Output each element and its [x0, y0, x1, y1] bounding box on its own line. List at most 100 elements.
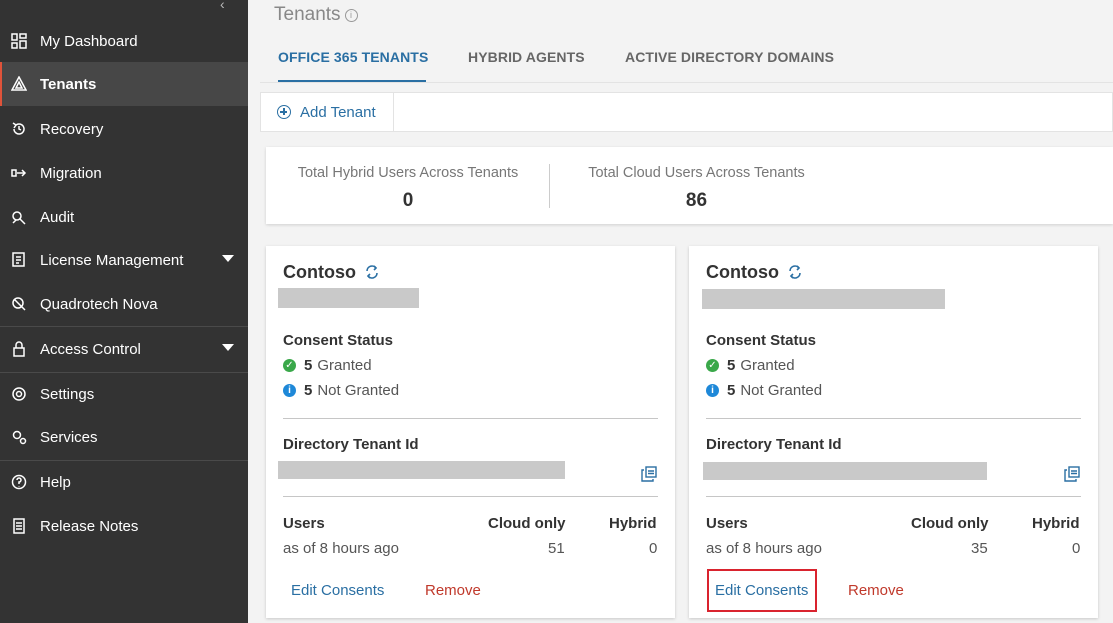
sidebar-item-settings[interactable]: Settings — [0, 372, 248, 416]
sidebar-item-release-notes[interactable]: Release Notes — [0, 504, 248, 548]
stat-label: Total Cloud Users Across Tenants — [588, 165, 805, 181]
directory-tenant-id-heading: Directory Tenant Id — [283, 436, 419, 453]
sidebar-item-access-control[interactable]: Access Control — [0, 327, 248, 371]
consent-status-heading: Consent Status — [706, 332, 817, 349]
directory-tenant-id-heading: Directory Tenant Id — [706, 436, 842, 453]
divider — [706, 418, 1081, 419]
refresh-icon[interactable] — [364, 264, 380, 280]
lock-icon — [10, 340, 28, 358]
add-tenant-label: Add Tenant — [300, 103, 376, 121]
not-granted-count: 5 — [727, 382, 736, 399]
cloud-only-heading: Cloud only — [911, 515, 989, 532]
toolbar: Add Tenant — [260, 92, 1113, 132]
sidebar-item-label: Audit — [40, 208, 75, 226]
hybrid-value: 0 — [1072, 540, 1081, 557]
summary-stats-card: Total Hybrid Users Across Tenants 0 Tota… — [266, 147, 1113, 224]
sidebar-item-label: Recovery — [40, 120, 104, 138]
tab-hybrid-agents[interactable]: HYBRID AGENTS — [468, 49, 585, 65]
sidebar-item-migration[interactable]: Migration — [0, 151, 248, 195]
stat-label: Total Hybrid Users Across Tenants — [297, 165, 519, 181]
recovery-icon — [10, 120, 28, 138]
not-granted-label: Not Granted — [317, 382, 400, 399]
gear-icon — [10, 385, 28, 403]
nova-icon — [10, 295, 28, 313]
dashboard-icon — [10, 32, 28, 50]
sidebar-item-tenants[interactable]: Tenants — [0, 62, 248, 106]
users-updated-text: as of 8 hours ago — [283, 540, 399, 557]
page-title-text: Tenants — [274, 4, 341, 25]
divider — [283, 496, 658, 497]
not-granted-count: 5 — [304, 382, 313, 399]
granted-status: ✓ 5 Granted — [283, 357, 372, 374]
granted-count: 5 — [304, 357, 313, 374]
check-circle-icon: ✓ — [706, 359, 719, 372]
redacted-tenant-id — [278, 461, 565, 479]
sidebar-item-recovery[interactable]: Recovery — [0, 107, 248, 151]
license-icon — [10, 251, 28, 269]
granted-count: 5 — [727, 357, 736, 374]
not-granted-status: i 5 Not Granted — [706, 382, 822, 399]
sidebar-item-label: Access Control — [40, 340, 141, 358]
tenant-name: Contoso — [283, 262, 356, 282]
info-icon[interactable]: i — [344, 9, 358, 22]
info-circle-icon: i — [706, 384, 719, 397]
granted-label: Granted — [317, 357, 372, 374]
sidebar-item-label: My Dashboard — [40, 32, 138, 50]
hybrid-value: 0 — [649, 540, 658, 557]
sidebar-item-audit[interactable]: Audit — [0, 195, 248, 239]
users-heading: Users — [706, 515, 748, 532]
check-circle-icon: ✓ — [283, 359, 296, 372]
sidebar-item-quadrotech-nova[interactable]: Quadrotech Nova — [0, 282, 248, 326]
sidebar-item-label: Services — [40, 428, 98, 446]
sidebar: ‹ My Dashboard Tenants Recovery Migratio… — [0, 0, 248, 623]
tab-office-365-tenants[interactable]: OFFICE 365 TENANTS — [278, 49, 428, 65]
sidebar-item-label: Settings — [40, 385, 95, 403]
tenant-card: Contoso Consent Status ✓ 5 Granted i 5 N… — [689, 246, 1098, 618]
stat-divider — [549, 164, 550, 208]
info-circle-icon: i — [283, 384, 296, 397]
edit-consents-link[interactable]: Edit Consents — [291, 582, 384, 599]
help-icon — [10, 473, 28, 491]
notes-icon — [10, 517, 28, 535]
copy-icon[interactable] — [1063, 465, 1081, 483]
page-title: Tenants i — [274, 4, 358, 26]
remove-link[interactable]: Remove — [425, 582, 481, 599]
copy-icon[interactable] — [640, 465, 658, 483]
edit-consents-link[interactable]: Edit Consents — [715, 582, 808, 599]
sidebar-item-license-management[interactable]: License Management — [0, 238, 248, 282]
sidebar-item-my-dashboard[interactable]: My Dashboard — [0, 19, 248, 63]
not-granted-label: Not Granted — [740, 382, 823, 399]
tenant-name: Contoso — [706, 262, 779, 282]
sidebar-item-services[interactable]: Services — [0, 415, 248, 459]
remove-link[interactable]: Remove — [848, 582, 904, 599]
audit-icon — [10, 208, 28, 226]
cloud-only-value: 35 — [971, 540, 988, 557]
stat-value: 0 — [402, 190, 414, 211]
redacted-tenant-domain — [702, 289, 945, 309]
tab-active-directory-domains[interactable]: ACTIVE DIRECTORY DOMAINS — [625, 49, 834, 65]
redacted-tenant-domain — [278, 288, 419, 308]
sidebar-item-label: Help — [40, 473, 71, 491]
hybrid-users-stat: Total Hybrid Users Across Tenants 0 — [283, 165, 533, 212]
sidebar-item-help[interactable]: Help — [0, 460, 248, 504]
cloud-only-value: 51 — [548, 540, 565, 557]
stat-value: 86 — [685, 190, 708, 211]
consent-status-heading: Consent Status — [283, 332, 394, 349]
granted-label: Granted — [740, 357, 795, 374]
sidebar-item-label: Release Notes — [40, 517, 139, 535]
tenants-icon — [10, 75, 28, 93]
users-heading: Users — [283, 515, 325, 532]
collapse-sidebar-chevron-icon[interactable]: ‹ — [220, 0, 236, 12]
cloud-only-heading: Cloud only — [488, 515, 566, 532]
sidebar-item-label: Quadrotech Nova — [40, 295, 158, 313]
chevron-down-icon — [222, 255, 234, 262]
divider — [283, 418, 658, 419]
sidebar-item-label: Tenants — [40, 75, 97, 93]
redacted-tenant-id — [703, 462, 987, 480]
refresh-icon[interactable] — [787, 264, 803, 280]
plus-circle-icon — [277, 105, 291, 119]
granted-status: ✓ 5 Granted — [706, 357, 795, 374]
cloud-users-stat: Total Cloud Users Across Tenants 86 — [581, 165, 812, 212]
chevron-down-icon — [222, 344, 234, 351]
add-tenant-button[interactable]: Add Tenant — [261, 93, 394, 131]
